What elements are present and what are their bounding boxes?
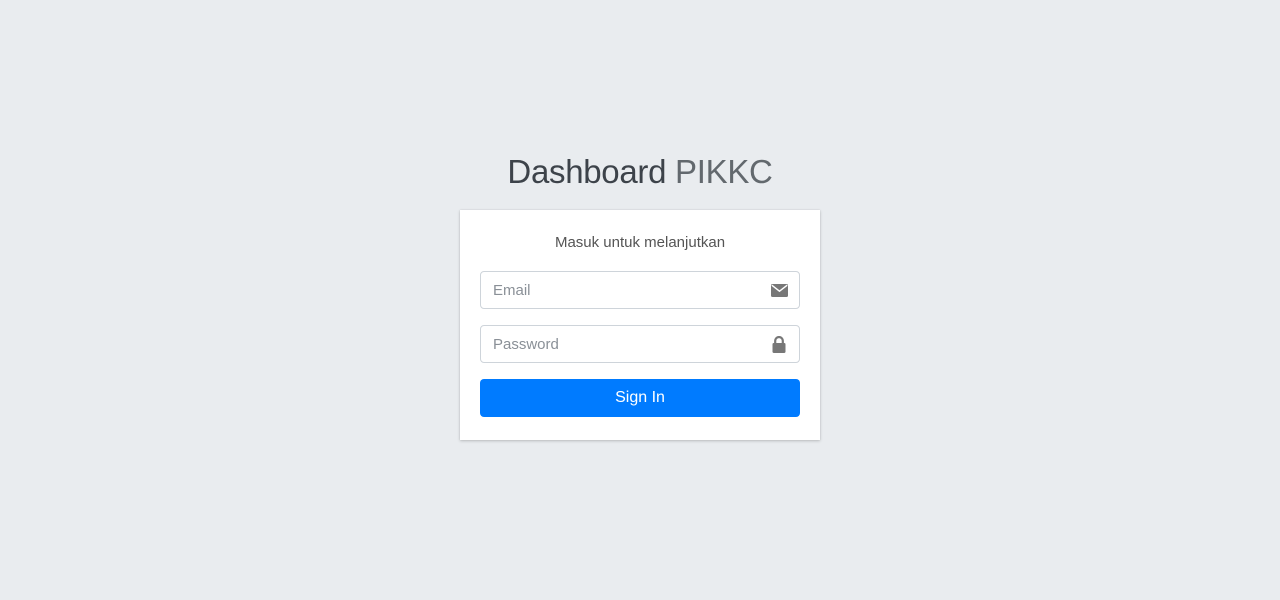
login-box-message: Masuk untuk melanjutkan bbox=[554, 234, 726, 251]
brand-title-light: PIKKC bbox=[675, 153, 773, 190]
brand-title-bold: Dashboard bbox=[507, 153, 667, 190]
lock-icon bbox=[770, 335, 788, 353]
login-card: Masuk untuk melanjutkan Email Sign In bbox=[460, 210, 820, 440]
email-field[interactable] bbox=[481, 272, 751, 308]
password-field[interactable] bbox=[481, 326, 751, 362]
envelope-icon bbox=[770, 281, 788, 299]
email-input-group bbox=[480, 271, 800, 309]
login-form: Sign In bbox=[480, 271, 800, 417]
sign-in-button[interactable]: Sign In bbox=[480, 379, 800, 417]
login-box: Dashboard PIKKC Masuk untuk melanjutkan bbox=[460, 150, 820, 440]
password-input-group bbox=[480, 325, 800, 363]
login-logo: Dashboard PIKKC bbox=[460, 150, 820, 194]
